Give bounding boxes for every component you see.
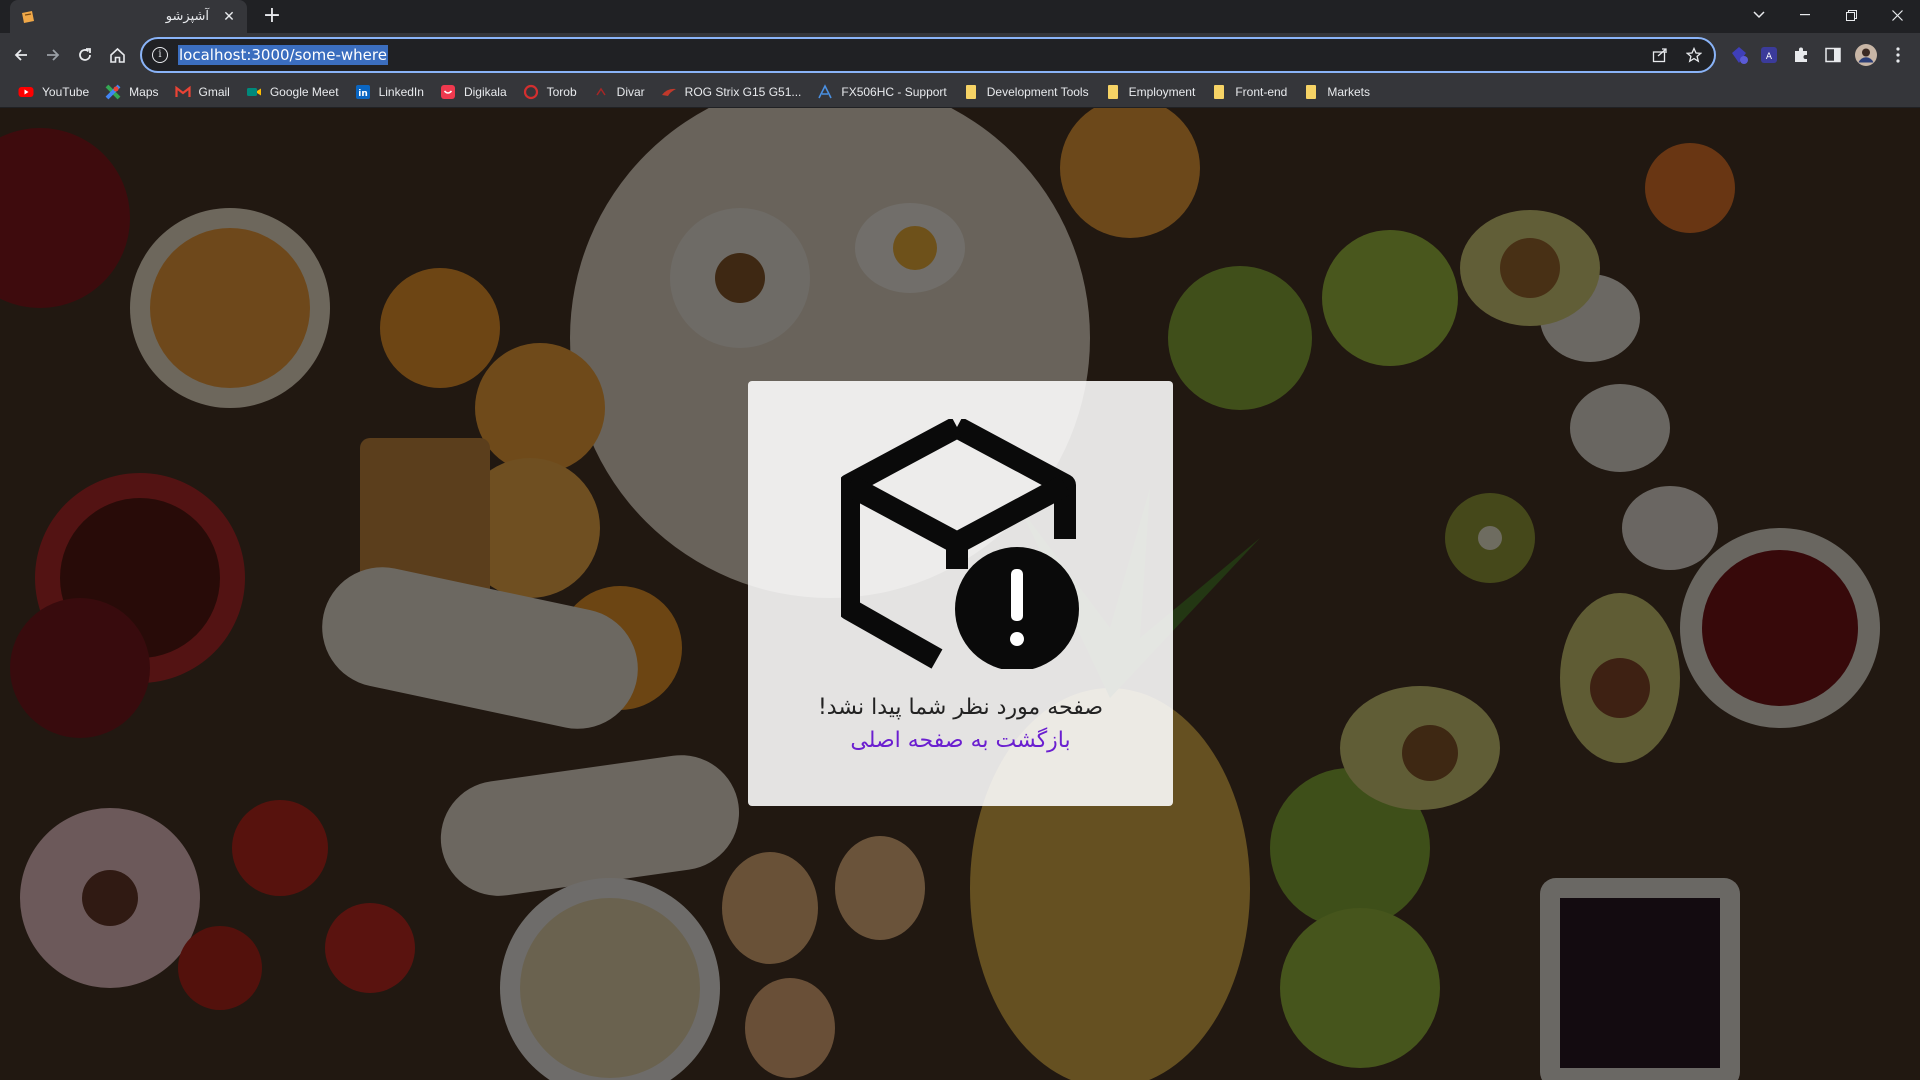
tab-close-icon[interactable]: ✕: [221, 9, 237, 25]
back-to-home-link[interactable]: بازگشت به صفحه اصلی: [850, 728, 1070, 753]
bookmark-folder-employment[interactable]: Employment: [1099, 80, 1202, 104]
gmail-icon: [174, 84, 191, 100]
bookmark-youtube[interactable]: YouTube: [12, 80, 95, 104]
close-window-icon[interactable]: [1874, 0, 1920, 30]
tab-search-icon[interactable]: [1736, 0, 1782, 30]
bookmark-label: Maps: [129, 85, 159, 99]
tab-title: آشپزشو: [165, 9, 209, 24]
torob-icon: [523, 84, 539, 100]
extension-translate-icon[interactable]: A: [1758, 44, 1780, 66]
side-panel-icon[interactable]: [1822, 44, 1844, 66]
folder-icon: [1211, 84, 1227, 100]
bookmark-label: Divar: [616, 85, 645, 99]
bookmark-rog-strix[interactable]: ROG Strix G15 G51...: [655, 80, 808, 104]
address-url[interactable]: localhost:3000/some-where: [178, 45, 388, 65]
folder-icon: [1105, 84, 1121, 100]
bookmark-google-meet[interactable]: Google Meet: [240, 80, 345, 104]
site-favicon-icon: [20, 9, 36, 25]
bookmark-digikala[interactable]: Digikala: [434, 80, 513, 104]
new-tab-button[interactable]: +: [260, 5, 284, 29]
bookmark-label: YouTube: [42, 85, 90, 99]
folder-icon: [963, 84, 979, 100]
svg-text:A: A: [1766, 52, 1773, 62]
bookmark-label: Gmail: [198, 85, 230, 99]
bookmark-gmail[interactable]: Gmail: [169, 80, 236, 104]
bookmark-label: Employment: [1128, 85, 1196, 99]
box-warning-icon: [837, 417, 1081, 673]
home-icon[interactable]: [102, 40, 132, 70]
not-found-card: صفحه مورد نظر شما پیدا نشد! بازگشت به صف…: [748, 381, 1173, 806]
google-meet-icon: [246, 84, 262, 100]
forward-icon[interactable]: [38, 40, 68, 70]
bookmark-fx506hc-support[interactable]: FX506HC - Support: [811, 80, 952, 104]
page-viewport: صفحه مورد نظر شما پیدا نشد! بازگشت به صف…: [0, 108, 1920, 1080]
bookmark-folder-front-end[interactable]: Front-end: [1205, 80, 1293, 104]
digikala-icon: [440, 84, 456, 100]
reload-icon[interactable]: [70, 40, 100, 70]
bookmark-label: Google Meet: [269, 85, 339, 99]
back-icon[interactable]: [6, 40, 36, 70]
bookmark-divar[interactable]: Divar: [587, 80, 651, 104]
extension-shield-icon[interactable]: [1728, 44, 1750, 66]
minimize-icon[interactable]: [1782, 0, 1828, 30]
folder-icon: [1303, 84, 1319, 100]
not-found-message: صفحه مورد نظر شما پیدا نشد!: [817, 695, 1104, 720]
maps-icon: [105, 84, 121, 100]
bookmark-torob[interactable]: Torob: [517, 80, 583, 104]
asus-icon: [817, 84, 833, 100]
share-icon[interactable]: [1652, 47, 1668, 67]
bookmark-folder-development-tools[interactable]: Development Tools: [957, 80, 1095, 104]
bookmark-maps[interactable]: Maps: [99, 80, 164, 104]
bookmark-linkedin[interactable]: in LinkedIn: [349, 80, 430, 104]
bookmark-label: LinkedIn: [378, 85, 424, 99]
tab-active[interactable]: آشپزشو ✕: [10, 0, 247, 33]
bookmark-label: Digikala: [463, 85, 507, 99]
browser-toolbar: i localhost:3000/some-where A: [0, 33, 1920, 77]
address-bar[interactable]: i localhost:3000/some-where: [140, 37, 1716, 73]
profile-avatar[interactable]: [1855, 44, 1877, 66]
extensions-puzzle-icon[interactable]: [1790, 44, 1812, 66]
site-info-icon[interactable]: i: [152, 47, 168, 63]
bookmark-star-icon[interactable]: [1685, 46, 1703, 67]
bookmark-label: Development Tools: [986, 85, 1089, 99]
linkedin-icon: in: [355, 84, 371, 100]
rog-icon: [661, 84, 677, 100]
bookmark-label: Markets: [1327, 85, 1371, 99]
bookmark-label: FX506HC - Support: [841, 85, 947, 99]
bookmark-label: Torob: [546, 85, 577, 99]
svg-text:in: in: [358, 89, 368, 99]
bookmark-label: ROG Strix G15 G51...: [684, 85, 802, 99]
restore-icon[interactable]: [1828, 0, 1874, 30]
tab-strip: آشپزشو ✕ +: [0, 0, 1920, 33]
bookmark-label: Front-end: [1235, 85, 1288, 99]
youtube-icon: [18, 84, 34, 100]
bookmarks-bar: YouTube Maps Gmail Google Meet in Linked…: [0, 77, 1920, 108]
divar-icon: [593, 84, 609, 100]
bookmark-folder-markets[interactable]: Markets: [1297, 80, 1376, 104]
more-menu-icon[interactable]: [1887, 44, 1909, 66]
